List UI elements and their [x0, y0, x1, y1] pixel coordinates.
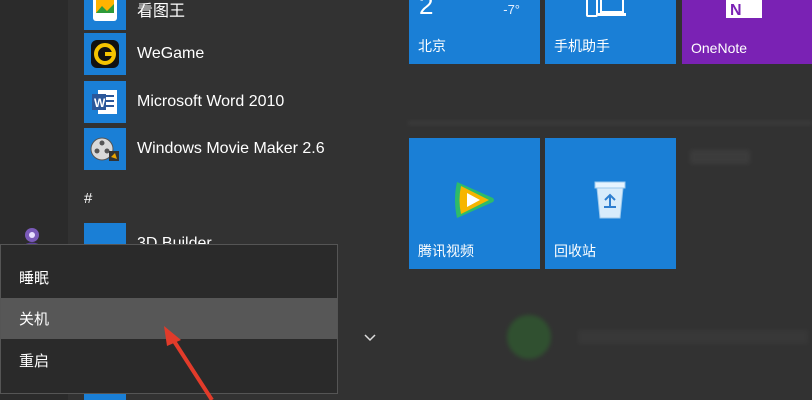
app-list-item[interactable]: 看图王 [84, 0, 185, 31]
phone-assistant-tile[interactable]: 手机助手 [545, 0, 676, 64]
tile-label: 回收站 [554, 243, 596, 259]
onenote-tile[interactable]: N OneNote [682, 0, 812, 64]
tile-label: 腾讯视频 [418, 243, 474, 259]
blurred-app-icon [507, 315, 551, 359]
sleep-menu-item[interactable]: 睡眠 [1, 257, 337, 298]
app-name: Microsoft Word 2010 [137, 93, 285, 110]
svg-text:N: N [730, 2, 742, 19]
tile-label: 北京 [418, 38, 446, 54]
tencent-video-tile[interactable]: 腾讯视频 [409, 138, 540, 269]
chevron-down-icon[interactable] [364, 333, 376, 343]
wegame-icon [84, 33, 126, 75]
blurred-tile-content [690, 150, 750, 164]
shutdown-menu-item[interactable]: 关机 [1, 298, 337, 339]
app-name: WeGame [137, 45, 205, 62]
blurred-tile-content [578, 330, 808, 344]
menu-item-label: 睡眠 [19, 270, 50, 287]
svg-text:W: W [94, 96, 106, 110]
weather-tile[interactable]: 2 -7° 北京 [409, 0, 540, 64]
app-list-item[interactable]: Windows Movie Maker 2.6 [84, 127, 325, 171]
recycle-bin-icon [594, 181, 626, 219]
app-name: 看图王 [137, 3, 186, 20]
menu-item-label: 关机 [19, 311, 50, 328]
section-letter[interactable]: # [84, 190, 92, 207]
power-menu: 睡眠 关机 重启 [0, 244, 338, 394]
image-viewer-icon [84, 0, 126, 30]
restart-menu-item[interactable]: 重启 [1, 340, 337, 381]
tencent-video-icon [455, 182, 494, 218]
app-list-item[interactable]: WeGame [84, 32, 204, 76]
recycle-bin-tile[interactable]: 回收站 [545, 138, 676, 269]
tile-label: OneNote [691, 40, 748, 56]
app-name: Windows Movie Maker 2.6 [137, 140, 325, 157]
tile-label: 手机助手 [554, 38, 610, 54]
weather-big-number: 2 [419, 0, 434, 20]
weather-temperature: -7° [503, 2, 520, 17]
app-list-item[interactable]: W Microsoft Word 2010 [84, 80, 284, 124]
movie-maker-icon [84, 128, 126, 170]
word-icon: W [84, 81, 126, 123]
blurred-divider [408, 122, 812, 124]
onenote-icon: N [726, 0, 762, 19]
menu-item-label: 重启 [19, 353, 50, 370]
phone-laptop-icon [586, 0, 626, 17]
